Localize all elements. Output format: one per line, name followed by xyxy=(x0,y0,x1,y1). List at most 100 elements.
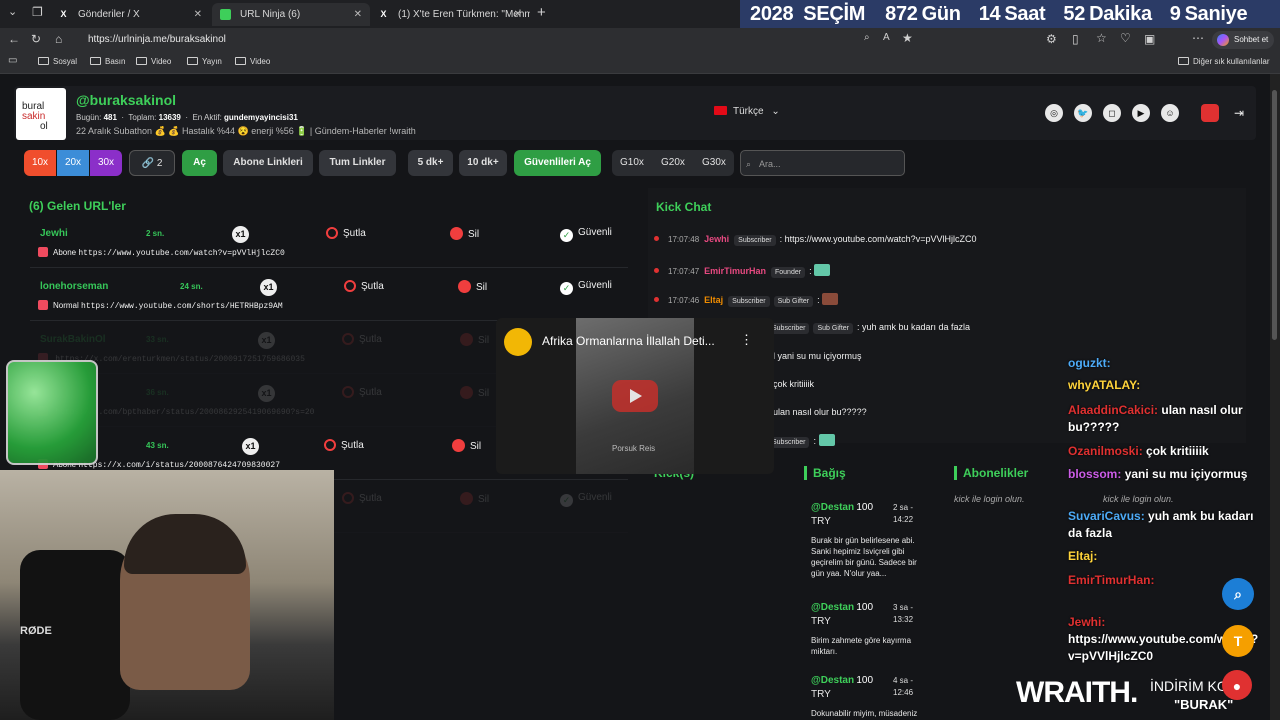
home-icon[interactable]: ⌂ xyxy=(55,32,62,46)
search-input[interactable]: ⌕ Ara... xyxy=(740,150,905,176)
youtube-icon[interactable]: ▶ xyxy=(1132,104,1150,122)
url-text: https://www.youtube.com/watch?v=pVVlHjlc… xyxy=(78,249,285,258)
safe-button[interactable]: ✓ Güvenli xyxy=(560,492,612,507)
multiplier-badge[interactable]: x1 xyxy=(232,226,249,243)
skip-button[interactable]: Şutla xyxy=(324,439,364,451)
favorites-icon[interactable]: ☆ xyxy=(1096,31,1107,45)
scrollbar-thumb[interactable] xyxy=(1272,90,1277,340)
browser-essentials-icon[interactable]: ♡ xyxy=(1120,31,1131,45)
donor-name[interactable]: @Destan xyxy=(811,602,854,613)
multiplier-badge[interactable]: x1 xyxy=(242,438,259,455)
chat-message: : ulan nasıl olur bu????? xyxy=(768,407,867,417)
safe-button[interactable]: ✓ Güvenli xyxy=(560,227,612,242)
skip-button[interactable]: Şutla xyxy=(342,492,382,504)
bookmark-folder[interactable]: Video xyxy=(235,57,270,66)
open-safe-button[interactable]: Güvenlileri Aç xyxy=(514,150,601,176)
promo-code: "BURAK" xyxy=(1174,697,1234,712)
sidebar-toggle-icon[interactable]: ▭ xyxy=(8,55,17,66)
speed-10x-button[interactable]: 10x xyxy=(24,150,56,176)
url-sender[interactable]: SurakBakinOl xyxy=(40,334,106,345)
overlay-chat-line: AlaaddinCakici: ulan nasıl olur bu????? xyxy=(1068,402,1268,436)
delete-button[interactable]: Sil xyxy=(452,439,481,452)
donor-name[interactable]: @Destan xyxy=(811,502,854,513)
instagram-icon[interactable]: ◻ xyxy=(1103,104,1121,122)
skip-label: Şutla xyxy=(343,228,366,239)
logout-icon[interactable]: ⇥ xyxy=(1230,104,1248,122)
url-sender[interactable]: lonehorseman xyxy=(40,281,108,292)
open-button[interactable]: Aç xyxy=(182,150,217,176)
refresh-icon[interactable]: ↻ xyxy=(31,32,41,46)
url-link[interactable]: Abone https://www.youtube.com/watch?v=pV… xyxy=(38,247,285,258)
chat-username[interactable]: Jewhi xyxy=(704,234,729,244)
bookmark-label: Basın xyxy=(105,57,126,66)
record-fab-icon[interactable]: ● xyxy=(1222,670,1252,700)
back-icon[interactable]: ← xyxy=(8,32,20,46)
subscriber-links-button[interactable]: Abone Linkleri xyxy=(223,150,313,176)
chat-text: al yani su mu içiyormuş xyxy=(768,351,862,361)
g20-button[interactable]: G20x xyxy=(661,150,685,176)
more-options-icon[interactable]: ⋯ xyxy=(1192,31,1204,45)
url-sender[interactable]: Jewhi xyxy=(40,228,68,239)
speed-20x-button[interactable]: 20x xyxy=(57,150,89,176)
tab-x-posts[interactable]: X Gönderiler / X ✕ xyxy=(50,3,210,26)
bookmark-folder[interactable]: Sosyal xyxy=(38,57,77,66)
bookmark-folder[interactable]: Yayın xyxy=(187,57,222,66)
multiplier-badge[interactable]: x1 xyxy=(258,332,275,349)
chat-username[interactable]: EmirTimurHan xyxy=(704,266,766,276)
bookmark-folder[interactable]: Video xyxy=(136,57,171,66)
url-link[interactable]: Normal https://www.youtube.com/shorts/HE… xyxy=(38,300,283,311)
extensions-puzzle-icon[interactable]: ⚙ xyxy=(1046,32,1057,46)
search-fab-icon[interactable]: ⌕ xyxy=(1222,578,1254,610)
zoom-icon[interactable]: ⌕ xyxy=(864,32,870,43)
collections-icon[interactable]: ▣ xyxy=(1144,32,1155,46)
tab-x-eren[interactable]: X (1) X'te Eren Türkmen: "Mehmet A ✕ xyxy=(370,3,530,26)
delete-button[interactable]: Sil xyxy=(460,492,489,505)
chevron-down-icon: ⌄ xyxy=(771,106,780,117)
play-button-icon[interactable] xyxy=(612,380,658,412)
chat-username[interactable]: Eltaj xyxy=(704,295,723,305)
username[interactable]: @buraksakinol xyxy=(76,92,176,108)
close-tab-icon[interactable]: ✕ xyxy=(354,3,362,26)
skip-button[interactable]: Şutla xyxy=(344,280,384,292)
other-bookmarks[interactable]: Diğer sık kullanılanlar xyxy=(1178,57,1269,66)
new-tab-icon[interactable]: + xyxy=(537,4,546,21)
tab-url-ninja[interactable]: URL Ninja (6) ✕ xyxy=(212,3,370,26)
close-tab-icon[interactable]: ✕ xyxy=(514,3,522,26)
all-links-button[interactable]: Tum Linkler xyxy=(319,150,396,176)
bookmark-folder[interactable]: Basın xyxy=(90,57,125,66)
donor-name[interactable]: @Destan xyxy=(811,675,854,686)
multiplier-badge[interactable]: x1 xyxy=(258,385,275,402)
g30-button[interactable]: G30x xyxy=(702,150,726,176)
g10-button[interactable]: G10x xyxy=(620,150,644,176)
record-icon[interactable] xyxy=(1201,104,1219,122)
twitter-icon[interactable]: 🐦 xyxy=(1074,104,1092,122)
link-count-input[interactable]: 🔗 2 xyxy=(129,150,175,176)
delete-button[interactable]: Sil xyxy=(458,280,487,293)
delete-button[interactable]: Sil xyxy=(450,227,479,240)
safe-label: Güvenli xyxy=(578,227,612,238)
skip-button[interactable]: Şutla xyxy=(342,386,382,398)
close-tab-icon[interactable]: ✕ xyxy=(194,3,202,26)
discord-icon[interactable]: ☺ xyxy=(1161,104,1179,122)
skip-button[interactable]: Şutla xyxy=(342,333,382,345)
delete-button[interactable]: Sil xyxy=(460,386,489,399)
ten-min-filter-button[interactable]: 10 dk+ xyxy=(459,150,507,176)
read-aloud-icon[interactable]: A xyxy=(883,32,890,43)
language-select[interactable]: Türkçe ⌄ xyxy=(714,106,780,117)
tab-menu-icon[interactable]: ⌄ xyxy=(8,5,17,18)
url-input[interactable]: https://urlninja.me/buraksakinol xyxy=(88,30,888,50)
more-options-icon[interactable]: ⋮ xyxy=(740,332,753,348)
delete-button[interactable]: Sil xyxy=(460,333,489,346)
speed-30x-button[interactable]: 30x xyxy=(90,150,122,176)
dribbble-icon[interactable]: ◎ xyxy=(1045,104,1063,122)
safe-button[interactable]: ✓ Güvenli xyxy=(560,280,612,295)
five-min-filter-button[interactable]: 5 dk+ xyxy=(408,150,453,176)
workspaces-icon[interactable]: ❐ xyxy=(32,5,43,19)
video-preview-popup[interactable]: Afrika Ormanlarına İllallah Deti... ⋮ Po… xyxy=(496,318,774,474)
copilot-chat-button[interactable]: Sohbet et xyxy=(1212,31,1274,49)
skip-button[interactable]: Şutla xyxy=(326,227,366,239)
split-screen-icon[interactable]: ▯ xyxy=(1072,32,1079,46)
favorite-star-icon[interactable]: ★ xyxy=(902,31,913,45)
translate-fab[interactable]: T xyxy=(1222,625,1254,657)
multiplier-badge[interactable]: x1 xyxy=(260,279,277,296)
